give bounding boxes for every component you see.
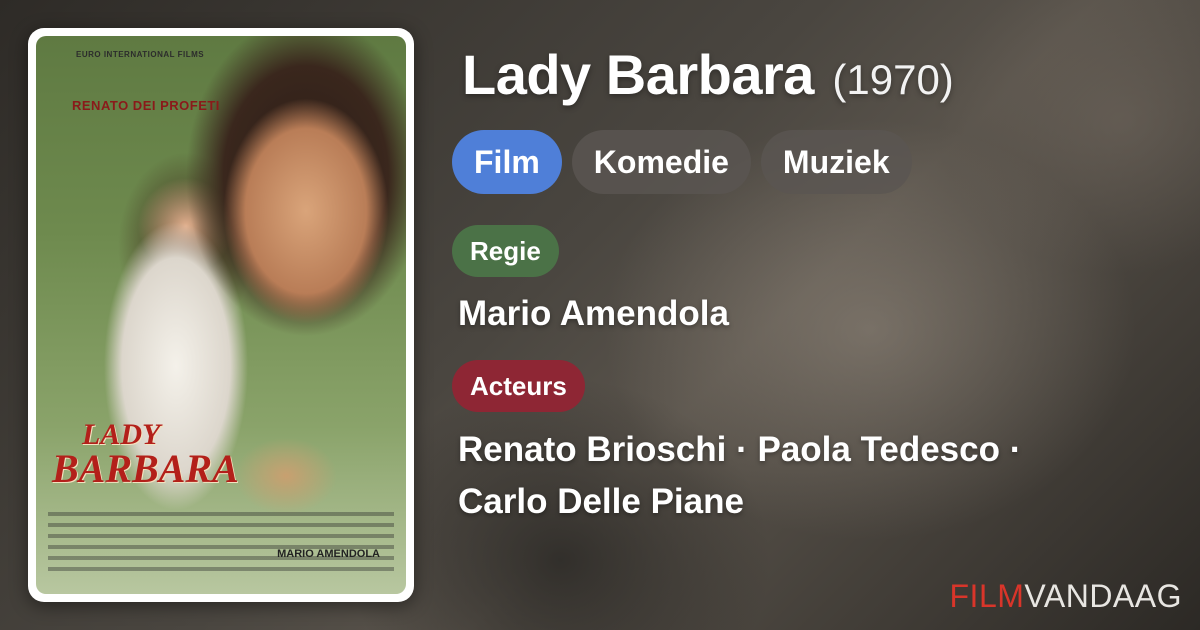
poster-title-line2: BARBARA (52, 445, 239, 491)
genre-chip-muziek[interactable]: Muziek (760, 130, 912, 194)
genre-chip-film[interactable]: Film (452, 130, 562, 194)
poster-title: LADY BARBARA (52, 420, 239, 491)
title-row: Lady Barbara (1970) (462, 42, 954, 107)
brand-logo[interactable]: FILMVANDAAG (950, 578, 1183, 615)
movie-year: (1970) (832, 56, 954, 103)
movie-poster[interactable]: EURO INTERNATIONAL FILMS RENATO DEI PROF… (28, 28, 414, 602)
genre-chip-komedie[interactable]: Komedie (571, 130, 751, 194)
poster-artwork: EURO INTERNATIONAL FILMS RENATO DEI PROF… (36, 36, 406, 594)
poster-studio-text: EURO INTERNATIONAL FILMS (76, 50, 205, 59)
cast-list: Renato Brioschi · Paola Tedesco · Carlo … (458, 424, 1158, 528)
brand-logo-film: FILM (949, 578, 1025, 614)
genre-chips: Film Komedie Muziek (452, 130, 912, 194)
cast-line-1[interactable]: Renato Brioschi · Paola Tedesco · (458, 424, 1158, 476)
brand-logo-vandaag: VANDAAG (1024, 578, 1182, 614)
cast-label: Acteurs (452, 360, 585, 412)
poster-director-text: MARIO AMENDOLA (277, 548, 380, 560)
movie-title: Lady Barbara (462, 43, 814, 106)
poster-star-text: RENATO DEI PROFETI (72, 98, 220, 113)
director-name[interactable]: Mario Amendola (458, 288, 729, 340)
poster-credits-block (48, 512, 394, 574)
director-label: Regie (452, 225, 559, 277)
cast-line-2[interactable]: Carlo Delle Piane (458, 476, 1158, 528)
